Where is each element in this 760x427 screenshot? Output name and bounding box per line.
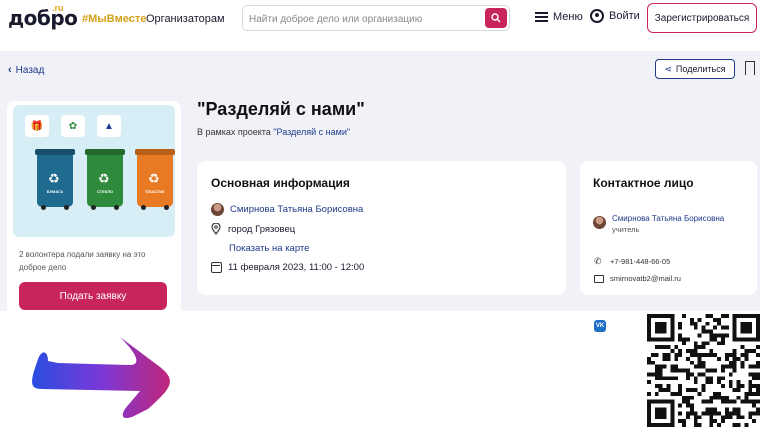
search-input[interactable] [249, 10, 479, 28]
contact-person: Смирнова Татьяна Борисовна учитель [593, 213, 724, 235]
nav-link-organizers[interactable]: Организаторам [146, 13, 225, 25]
login-button[interactable]: Войти [590, 9, 640, 23]
logo-suffix: .ru [52, 3, 64, 13]
hamburger-icon [535, 12, 548, 22]
contact-email-row: smirnovatb2@mail.ru [594, 274, 681, 283]
contact-email[interactable]: smirnovatb2@mail.ru [610, 274, 681, 283]
contact-phone-row: ✆ +7-981-448-66-05 [594, 256, 670, 267]
event-side-card: 🎁 ✿ ▲ ♻ БУМАГА ♻ СТЕКЛО ♻ ПЛАСТИК 2 воло… [7, 101, 181, 321]
volunteers-count-text: 2 волонтера подали заявку на это доброе … [19, 250, 146, 272]
contact-heading: Контактное лицо [593, 176, 694, 190]
calendar-icon [211, 262, 222, 273]
share-label: Поделиться [675, 64, 726, 74]
map-row: Показать на карте [229, 243, 309, 254]
share-button[interactable]: ⋖ Поделиться [655, 59, 735, 79]
bookmark-icon[interactable] [745, 61, 755, 76]
apply-button[interactable]: Подать заявку [19, 282, 167, 310]
datetime-text: 11 февраля 2023, 11:00 - 12:00 [228, 262, 365, 273]
login-label: Войти [609, 10, 640, 22]
bin-paper: ♻ БУМАГА [35, 149, 75, 210]
show-map-link[interactable]: Показать на карте [229, 243, 309, 254]
user-icon [590, 9, 604, 23]
page-title: "Разделяй с нами" [197, 99, 365, 119]
site-header: добро .ru #МыВместе Организаторам Меню В… [0, 0, 760, 40]
sprout-icon: ✿ [61, 115, 85, 137]
qr-code[interactable] [647, 314, 760, 427]
site-logo[interactable]: добро [8, 6, 78, 30]
contact-role: учитель [612, 225, 640, 234]
contact-card: Контактное лицо Смирнова Татьяна Борисов… [580, 161, 757, 332]
menu-label: Меню [553, 11, 583, 23]
city-text: город Грязовец [228, 223, 296, 235]
share-icon: ⋖ [664, 63, 672, 74]
main-info-card: Основная информация Смирнова Татьяна Бор… [197, 161, 566, 295]
menu-button[interactable]: Меню [535, 11, 583, 23]
nav-link-hashtag[interactable]: #МыВместе [82, 13, 146, 25]
mail-icon [594, 274, 604, 283]
back-label: Назад [15, 64, 45, 76]
phone-icon: ✆ [594, 256, 602, 266]
vk-label: VK [595, 323, 605, 329]
main-info-heading: Основная информация [211, 176, 350, 190]
organizer-link[interactable]: Смирнова Татьяна Борисовна [230, 204, 363, 215]
chevron-left-icon: ‹ [8, 64, 12, 76]
contact-name[interactable]: Смирнова Татьяна Борисовна [612, 213, 724, 224]
location-row: город Грязовец [211, 223, 295, 235]
contact-phone[interactable]: +7-981-448-66-05 [610, 257, 670, 266]
main-content: ‹ Назад ⋖ Поделиться 🎁 ✿ ▲ ♻ БУМАГА ♻ СТ… [0, 51, 760, 332]
datetime-row: 11 февраля 2023, 11:00 - 12:00 [211, 262, 364, 273]
bin-label: ПЛАСТИК [145, 189, 165, 194]
register-button[interactable]: Зарегистрироваться [647, 3, 757, 33]
event-image: 🎁 ✿ ▲ ♻ БУМАГА ♻ СТЕКЛО ♻ ПЛАСТИК [13, 105, 175, 237]
vk-icon[interactable]: VK [594, 320, 606, 332]
avatar [593, 216, 606, 229]
search-button[interactable] [485, 8, 507, 28]
avatar [211, 203, 224, 216]
graduation-icon: ▲ [97, 115, 121, 137]
gift-icon: 🎁 [25, 115, 49, 137]
bin-label: СТЕКЛО [96, 189, 114, 194]
project-link[interactable]: "Разделяй с нами" [273, 127, 350, 137]
organizer-row: Смирнова Татьяна Борисовна [211, 203, 363, 216]
location-pin-icon [211, 223, 221, 235]
search-icon [491, 13, 501, 23]
bin-plastic: ♻ ПЛАСТИК [135, 149, 175, 210]
project-subtitle: В рамках проекта "Разделяй с нами" [197, 127, 350, 137]
arrow-graphic [32, 337, 170, 419]
bin-glass: ♻ СТЕКЛО [85, 149, 125, 210]
search-box [242, 5, 510, 31]
bin-label: БУМАГА [46, 189, 64, 194]
subtitle-prefix: В рамках проекта [197, 127, 274, 137]
back-link[interactable]: ‹ Назад [8, 64, 44, 76]
